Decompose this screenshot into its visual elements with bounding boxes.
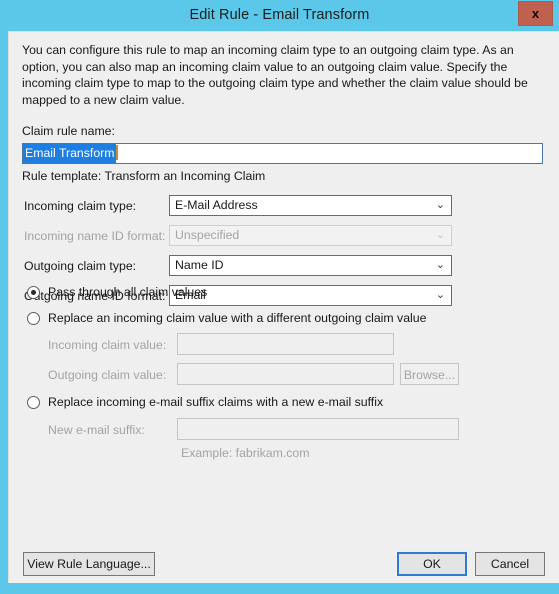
chevron-down-icon: ⌄ xyxy=(435,259,445,271)
incoming-name-id-format-label: Incoming name ID format: xyxy=(24,229,166,243)
radio-indicator xyxy=(27,312,40,325)
dialog-description: You can configure this rule to map an in… xyxy=(22,43,528,107)
window-title: Edit Rule - Email Transform xyxy=(189,7,370,23)
new-email-suffix-label: New e-mail suffix: xyxy=(48,423,145,437)
claim-rule-name-label: Claim rule name: xyxy=(22,124,115,138)
incoming-name-id-format-dropdown: Unspecified ⌄ xyxy=(169,225,452,246)
incoming-claim-type-value: E-Mail Address xyxy=(175,198,258,212)
incoming-claim-type-dropdown[interactable]: E-Mail Address ⌄ xyxy=(169,195,452,216)
outgoing-name-id-format-dropdown[interactable]: Email ⌄ xyxy=(169,285,452,306)
incoming-name-id-format-value: Unspecified xyxy=(175,228,240,242)
cancel-button[interactable]: Cancel xyxy=(475,552,545,576)
outgoing-claim-value-label: Outgoing claim value: xyxy=(48,368,167,382)
outgoing-claim-type-dropdown[interactable]: Name ID ⌄ xyxy=(169,255,452,276)
rule-template-label: Rule template: Transform an Incoming Cla… xyxy=(22,169,266,183)
chevron-down-icon: ⌄ xyxy=(435,289,445,301)
radio-indicator xyxy=(27,286,40,299)
chevron-down-icon: ⌄ xyxy=(435,199,445,211)
radio-indicator xyxy=(27,396,40,409)
outgoing-name-id-format-value: Email xyxy=(175,288,206,302)
new-email-suffix-input xyxy=(177,418,459,440)
ok-button[interactable]: OK xyxy=(397,552,467,576)
chevron-down-icon: ⌄ xyxy=(435,229,445,241)
title-bar: Edit Rule - Email Transform x xyxy=(0,0,559,31)
text-caret xyxy=(115,145,118,160)
dialog-window: Edit Rule - Email Transform x You can co… xyxy=(0,0,559,594)
incoming-claim-type-label: Incoming claim type: xyxy=(24,199,137,213)
radio-label: Replace incoming e-mail suffix claims wi… xyxy=(48,395,384,409)
incoming-claim-value-input xyxy=(177,333,394,355)
incoming-claim-value-label: Incoming claim value: xyxy=(48,338,167,352)
outgoing-claim-type-value: Name ID xyxy=(175,258,224,272)
close-icon[interactable]: x xyxy=(518,1,553,26)
radio-label: Replace an incoming claim value with a d… xyxy=(48,311,427,325)
claim-rule-name-value: Email Transform xyxy=(23,144,116,163)
claim-rule-name-input[interactable]: Email Transform xyxy=(22,143,543,164)
dialog-content-panel: You can configure this rule to map an in… xyxy=(8,31,559,583)
view-rule-language-button[interactable]: View Rule Language... xyxy=(23,552,155,576)
email-suffix-example-hint: Example: fabrikam.com xyxy=(181,446,310,460)
outgoing-claim-value-input xyxy=(177,363,394,385)
radio-label: Pass through all claim values xyxy=(48,285,208,299)
outgoing-claim-type-label: Outgoing claim type: xyxy=(24,259,137,273)
browse-button: Browse... xyxy=(400,363,459,385)
